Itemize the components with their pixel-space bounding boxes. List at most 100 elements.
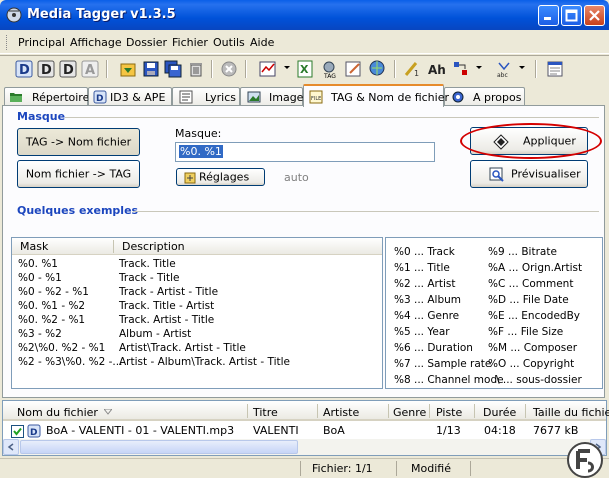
column-divider[interactable] [525, 404, 526, 418]
edit-icon[interactable] [344, 59, 364, 79]
id3v2-icon[interactable]: D [36, 59, 56, 79]
number-track-icon[interactable]: 1 [402, 59, 422, 79]
menu-affichage[interactable]: Affichage [70, 36, 122, 49]
column-divider[interactable] [429, 404, 430, 418]
column-divider[interactable] [247, 404, 248, 418]
watermark-logo [567, 442, 603, 478]
column-header-size[interactable]: Taille du fichier [533, 406, 609, 419]
menu-outils[interactable]: Outils [213, 36, 245, 49]
table-row[interactable]: %0. %1 Track. Title [12, 258, 382, 272]
table-row[interactable]: %2 - %3\%0. %2 -... Artist - Album\Track.… [12, 356, 382, 370]
chart-tool-icon[interactable] [258, 59, 278, 79]
column-divider[interactable] [113, 240, 114, 253]
chart-tool-dropdown-icon[interactable] [284, 66, 290, 69]
tag-filename-panel: Masque TAG -> Nom fichier Nom fichier ->… [2, 105, 605, 398]
preview-button[interactable]: Prévisualiser [470, 160, 588, 188]
properties-icon[interactable] [545, 59, 565, 79]
filename-to-tag-label: Nom fichier -> TAG [25, 167, 132, 181]
tab-label: Lyrics [205, 91, 236, 104]
code-item: %F ... File Size [488, 326, 564, 338]
menu-fichier[interactable]: Fichier [172, 36, 208, 49]
window-title: Media Tagger v1.3.5 [27, 7, 176, 22]
description-cell: Album - Artist [119, 328, 192, 340]
column-header-mask[interactable]: Mask [20, 240, 48, 253]
tab-tag-filename[interactable]: FILE TAG & Nom de fichier [303, 84, 449, 107]
code-item: %O ... Copyright [488, 358, 575, 370]
tab-id3-ape[interactable]: D ID3 & APE [88, 87, 172, 106]
column-header-filename[interactable]: Nom du fichier [17, 406, 98, 419]
trash-icon[interactable] [186, 59, 206, 79]
toolbar-separator [394, 60, 396, 78]
column-header-title[interactable]: Titre [253, 406, 278, 419]
table-row[interactable]: %0. %2 - %1 Track. Artist - Title [12, 314, 382, 328]
table-row[interactable]: %0 - %1 Track - Title [12, 272, 382, 286]
ape-tag-icon[interactable]: A [80, 59, 100, 79]
svg-text:D: D [19, 63, 30, 78]
file-list[interactable]: Nom du fichier Titre Artiste Genre Piste… [2, 400, 609, 456]
web-search-icon[interactable] [368, 59, 388, 79]
tag-icon[interactable]: TAG [320, 59, 340, 79]
app-icon [6, 7, 22, 23]
column-divider[interactable] [388, 404, 389, 418]
row-checkbox[interactable] [11, 425, 24, 438]
column-header-track[interactable]: Piste [436, 406, 462, 419]
table-row[interactable]: %3 - %2 Album - Artist [12, 328, 382, 342]
column-divider[interactable] [317, 404, 318, 418]
tab-repertoire[interactable]: Répertoire [4, 87, 90, 106]
examples-table[interactable]: Mask Description %0. %1 Track. Title %0 -… [11, 237, 383, 389]
table-row[interactable]: %0 - %2 - %1 Track - Artist - Title [12, 286, 382, 300]
save-all-icon[interactable] [163, 59, 183, 79]
save-icon[interactable] [141, 59, 161, 79]
abc-format-dropdown-icon[interactable] [519, 66, 525, 69]
svg-text:TAG: TAG [323, 73, 336, 79]
column-header-artist[interactable]: Artiste [323, 406, 359, 419]
tab-lyrics[interactable]: Lyrics [172, 87, 240, 106]
file-row[interactable]: D BoA - VALENTI - 01 - VALENTI.mp3 VALEN… [3, 422, 606, 439]
column-divider[interactable] [474, 404, 475, 418]
id3-icon: D [93, 90, 107, 104]
scroll-left-button[interactable] [3, 439, 19, 455]
id3v1-icon[interactable]: D [14, 59, 34, 79]
table-row[interactable]: %2\%0. %2 - %1 Artist\Track. Artist - Tit… [12, 342, 382, 356]
image-icon [247, 91, 261, 103]
tab-strip: Répertoire D ID3 & APE Lyrics Image FILE… [0, 84, 609, 107]
tab-a-propos[interactable]: A propos [444, 87, 525, 106]
svg-text:FILE: FILE [311, 96, 321, 102]
code-item: \ ... sous-dossier [496, 374, 582, 386]
column-header-genre[interactable]: Genre [393, 406, 426, 419]
menu-principal[interactable]: Principal [18, 36, 65, 49]
stop-icon[interactable] [219, 59, 239, 79]
horizontal-scrollbar[interactable] [3, 439, 606, 455]
scroll-thumb[interactable] [20, 440, 298, 454]
title-bar[interactable]: Media Tagger v1.3.5 [0, 0, 609, 30]
menu-aide[interactable]: Aide [250, 36, 274, 49]
minimize-button[interactable] [538, 5, 559, 26]
description-cell: Artist - Album\Track. Artist - Title [119, 356, 291, 368]
filename-to-tag-button[interactable]: Nom fichier -> TAG [17, 160, 140, 188]
toolbar-separator [211, 60, 213, 78]
status-file-count: Fichier: 1/1 [312, 462, 373, 475]
case-convert-icon[interactable]: Ah [426, 59, 446, 79]
settings-label: Réglages [199, 170, 250, 184]
maximize-icon [565, 9, 578, 22]
tab-image[interactable]: Image [240, 87, 303, 106]
menu-dossier[interactable]: Dossier [126, 36, 167, 49]
id3-both-icon[interactable]: D [58, 59, 78, 79]
excel-export-icon[interactable]: X [296, 59, 316, 79]
column-header-duration[interactable]: Durée [483, 406, 516, 419]
column-header-description[interactable]: Description [122, 240, 185, 253]
mask-input[interactable]: %0. %1 [175, 142, 435, 162]
replace-icon[interactable] [451, 59, 471, 79]
settings-button[interactable]: Réglages [176, 168, 265, 186]
abc-format-icon[interactable]: abc [494, 59, 514, 79]
open-icon[interactable] [118, 59, 138, 79]
tag-to-filename-button[interactable]: TAG -> Nom fichier [17, 128, 140, 156]
maximize-button[interactable] [561, 5, 582, 26]
code-item: %4 ... Genre [394, 310, 460, 322]
preview-icon [489, 167, 504, 182]
close-button[interactable] [584, 5, 605, 26]
tab-label: Répertoire [32, 91, 90, 104]
code-item: %D ... File Date [488, 294, 569, 306]
replace-dropdown-icon[interactable] [476, 66, 482, 69]
table-row[interactable]: %0. %1 - %2 Track. Title - Artist [12, 300, 382, 314]
